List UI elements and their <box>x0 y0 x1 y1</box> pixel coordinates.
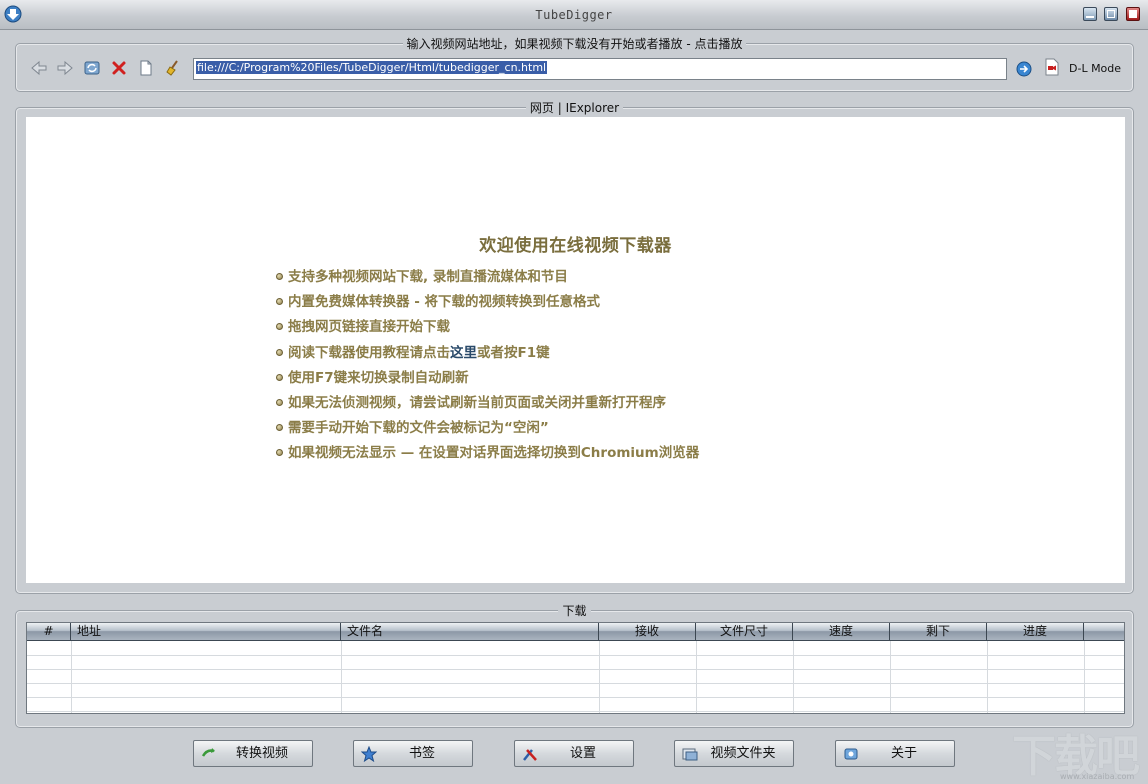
list-item-help: 阅读下载器使用教程请点击这里或者按F1键 <box>274 341 699 366</box>
url-value: file:///C:/Program%20Files/TubeDigger/Ht… <box>196 61 548 74</box>
bookmarks-button[interactable]: 书签 <box>353 740 473 767</box>
clear-broom-icon[interactable] <box>164 59 182 77</box>
table-header: # 地址 文件名 接收 文件尺寸 速度 剩下 进度 <box>27 623 1124 641</box>
column-header-filler <box>1084 623 1124 641</box>
minimize-icon[interactable] <box>1083 7 1097 21</box>
bullet-dot-icon <box>276 373 283 381</box>
bullet-dot-icon <box>276 298 283 306</box>
url-input[interactable]: file:///C:/Program%20Files/TubeDigger/Ht… <box>193 58 1007 80</box>
column-divider <box>341 641 342 713</box>
column-header-speed[interactable]: 速度 <box>793 623 890 641</box>
help-link[interactable]: 这里 <box>450 345 477 361</box>
list-item: 使用F7键来切换录制自动刷新 <box>274 366 699 391</box>
browser-group-legend: 网页 | IExplorer <box>525 101 624 115</box>
table-row[interactable] <box>27 697 1124 698</box>
bullet-dot-icon <box>276 323 283 331</box>
title-bar: TubeDigger <box>0 0 1148 30</box>
bullet-dot-icon <box>276 348 283 356</box>
bullet-dot-icon <box>276 449 283 457</box>
column-divider <box>599 641 600 713</box>
window-title: TubeDigger <box>535 8 613 22</box>
go-play-icon[interactable] <box>1015 60 1033 78</box>
column-header-filesize[interactable]: 文件尺寸 <box>696 623 793 641</box>
bullet-dot-icon <box>276 398 283 406</box>
list-item: 支持多种视频网站下载, 录制直播流媒体和节目 <box>274 265 699 290</box>
table-row[interactable] <box>27 683 1124 684</box>
table-row[interactable] <box>27 655 1124 656</box>
refresh-icon[interactable] <box>83 59 101 77</box>
settings-tools-icon <box>523 749 537 761</box>
list-item: 拖拽网页链接直接开始下载 <box>274 315 699 340</box>
downloads-group-legend: 下载 <box>558 604 591 618</box>
url-group-legend: 输入视频网站地址，如果视频下载没有开始或者播放 - 点击播放 <box>402 37 747 51</box>
info-about-icon <box>844 748 858 760</box>
column-header-progress[interactable]: 进度 <box>987 623 1084 641</box>
column-divider <box>987 641 988 713</box>
list-item: 如果视频无法显示 — 在设置对话界面选择切换到Chromium浏览器 <box>274 441 699 466</box>
column-divider <box>1084 641 1085 713</box>
column-header-address[interactable]: 地址 <box>71 623 341 641</box>
column-header-index[interactable]: # <box>27 623 71 641</box>
table-row[interactable] <box>27 711 1124 712</box>
welcome-title: 欢迎使用在线视频下载器 <box>479 236 672 256</box>
list-item: 需要手动开始下载的文件会被标记为“空闲” <box>274 416 699 441</box>
list-item: 内置免费媒体转换器 - 将下载的视频转换到任意格式 <box>274 290 699 315</box>
column-divider <box>793 641 794 713</box>
stop-icon[interactable] <box>110 59 128 77</box>
video-folder-icon <box>682 748 698 761</box>
star-bookmark-icon <box>361 746 377 762</box>
forward-arrow-icon[interactable] <box>56 59 74 77</box>
new-page-icon[interactable] <box>137 59 155 77</box>
table-row[interactable] <box>27 669 1124 670</box>
downloads-table[interactable]: # 地址 文件名 接收 文件尺寸 速度 剩下 进度 <box>26 622 1125 714</box>
convert-icon <box>201 748 215 757</box>
settings-button[interactable]: 设置 <box>514 740 634 767</box>
watermark-logo: 下载吧 www.xiazaiba.com <box>1012 731 1140 782</box>
column-divider <box>696 641 697 713</box>
list-item: 如果无法侦测视频，请尝试刷新当前页面或关闭并重新打开程序 <box>274 391 699 416</box>
browser-view[interactable]: 欢迎使用在线视频下载器 支持多种视频网站下载, 录制直播流媒体和节目 内置免费媒… <box>26 117 1125 583</box>
record-video-icon[interactable] <box>1043 58 1061 76</box>
close-icon[interactable] <box>1126 7 1140 21</box>
column-divider <box>71 641 72 713</box>
column-divider <box>890 641 891 713</box>
bullet-dot-icon <box>276 273 283 280</box>
dl-mode-button[interactable]: D-L Mode <box>1069 62 1121 75</box>
bullet-dot-icon <box>276 424 283 432</box>
back-arrow-icon[interactable] <box>30 59 48 77</box>
video-folder-button[interactable]: 视频文件夹 <box>674 740 794 767</box>
about-button[interactable]: 关于 <box>835 740 955 767</box>
column-header-received[interactable]: 接收 <box>599 623 696 641</box>
column-header-remaining[interactable]: 剩下 <box>890 623 987 641</box>
feature-list: 支持多种视频网站下载, 录制直播流媒体和节目 内置免费媒体转换器 - 将下载的视… <box>274 265 699 467</box>
column-header-filename[interactable]: 文件名 <box>341 623 599 641</box>
maximize-icon[interactable] <box>1104 7 1118 21</box>
convert-video-button[interactable]: 转换视频 <box>193 740 313 767</box>
